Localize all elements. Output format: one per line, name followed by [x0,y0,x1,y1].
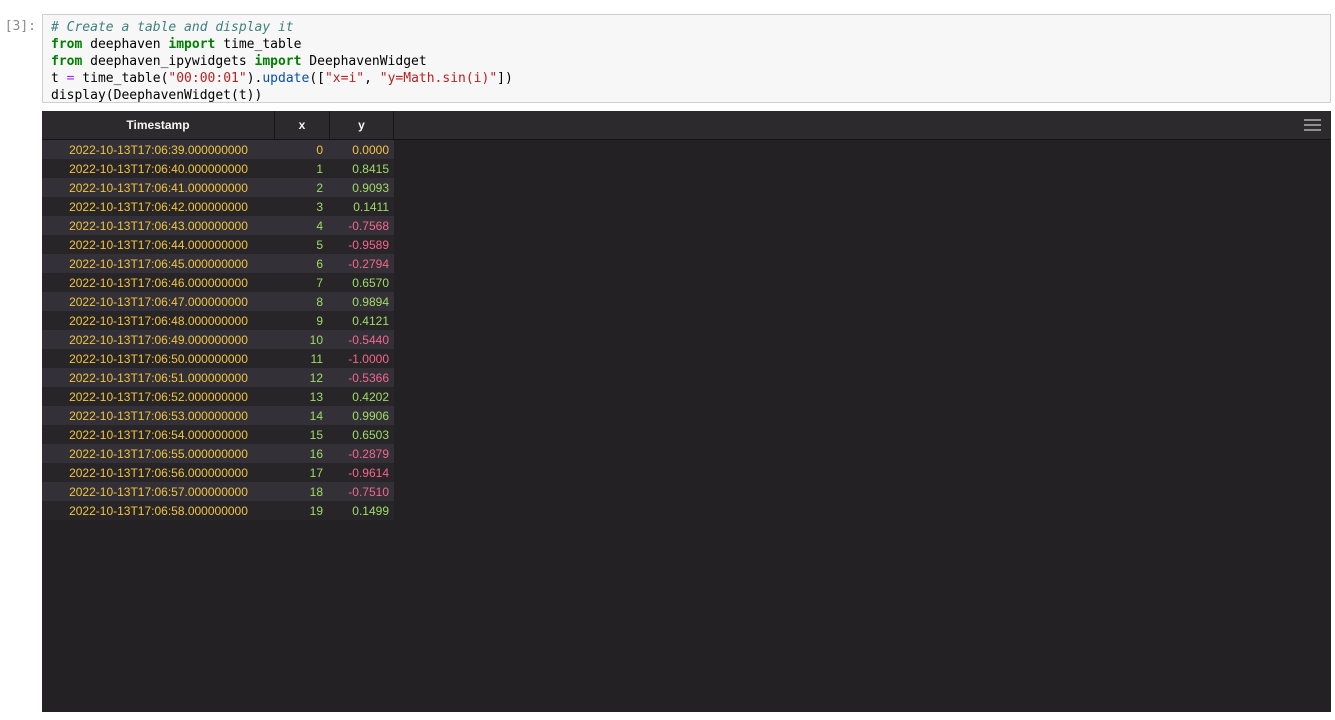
code-line: from deephaven import time_table [51,36,1322,53]
table-row[interactable]: 2022-10-13T17:06:40.00000000010.8415 [42,159,394,178]
y-cell[interactable]: -0.2879 [330,447,394,461]
cell-execution-prompt: [3]: [0,18,36,35]
column-header-x[interactable]: x [275,111,330,139]
y-cell[interactable]: -0.5440 [330,333,394,347]
x-cell[interactable]: 17 [275,466,330,480]
timestamp-cell[interactable]: 2022-10-13T17:06:55.000000000 [42,447,275,461]
table-row[interactable]: 2022-10-13T17:06:57.00000000018-0.7510 [42,482,394,501]
x-cell[interactable]: 2 [275,181,330,195]
code-line: display(DeephavenWidget(t)) [51,87,1322,104]
timestamp-cell[interactable]: 2022-10-13T17:06:54.000000000 [42,428,275,442]
timestamp-cell[interactable]: 2022-10-13T17:06:39.000000000 [42,143,275,157]
table-row[interactable]: 2022-10-13T17:06:51.00000000012-0.5366 [42,368,394,387]
timestamp-cell[interactable]: 2022-10-13T17:06:44.000000000 [42,238,275,252]
timestamp-cell[interactable]: 2022-10-13T17:06:45.000000000 [42,257,275,271]
code-line: # Create a table and display it [51,19,1322,36]
timestamp-cell[interactable]: 2022-10-13T17:06:46.000000000 [42,276,275,290]
table-row[interactable]: 2022-10-13T17:06:58.000000000190.1499 [42,501,394,520]
x-cell[interactable]: 13 [275,390,330,404]
table-row[interactable]: 2022-10-13T17:06:39.00000000000.0000 [42,140,394,159]
y-cell[interactable]: 0.1411 [330,200,394,214]
y-cell[interactable]: 0.4202 [330,390,394,404]
timestamp-cell[interactable]: 2022-10-13T17:06:43.000000000 [42,219,275,233]
table-row[interactable]: 2022-10-13T17:06:44.0000000005-0.9589 [42,235,394,254]
table-row[interactable]: 2022-10-13T17:06:52.000000000130.4202 [42,387,394,406]
x-cell[interactable]: 12 [275,371,330,385]
table-row[interactable]: 2022-10-13T17:06:48.00000000090.4121 [42,311,394,330]
x-cell[interactable]: 3 [275,200,330,214]
table-row[interactable]: 2022-10-13T17:06:45.0000000006-0.2794 [42,254,394,273]
timestamp-cell[interactable]: 2022-10-13T17:06:52.000000000 [42,390,275,404]
table-row[interactable]: 2022-10-13T17:06:47.00000000080.9894 [42,292,394,311]
code-line: from deephaven_ipywidgets import Deephav… [51,53,1322,70]
timestamp-cell[interactable]: 2022-10-13T17:06:58.000000000 [42,504,275,518]
table-header-row: Timestamp x y [42,111,1331,140]
timestamp-cell[interactable]: 2022-10-13T17:06:49.000000000 [42,333,275,347]
table-row[interactable]: 2022-10-13T17:06:49.00000000010-0.5440 [42,330,394,349]
x-cell[interactable]: 14 [275,409,330,423]
x-cell[interactable]: 6 [275,257,330,271]
table-row[interactable]: 2022-10-13T17:06:43.0000000004-0.7568 [42,216,394,235]
x-cell[interactable]: 15 [275,428,330,442]
timestamp-cell[interactable]: 2022-10-13T17:06:47.000000000 [42,295,275,309]
y-cell[interactable]: 0.9894 [330,295,394,309]
y-cell[interactable]: -0.9589 [330,238,394,252]
x-cell[interactable]: 9 [275,314,330,328]
x-cell[interactable]: 7 [275,276,330,290]
table-row[interactable]: 2022-10-13T17:06:46.00000000070.6570 [42,273,394,292]
y-cell[interactable]: -0.9614 [330,466,394,480]
table-row[interactable]: 2022-10-13T17:06:55.00000000016-0.2879 [42,444,394,463]
timestamp-cell[interactable]: 2022-10-13T17:06:42.000000000 [42,200,275,214]
column-header-y[interactable]: y [330,111,394,139]
x-cell[interactable]: 4 [275,219,330,233]
y-cell[interactable]: -0.7568 [330,219,394,233]
x-cell[interactable]: 0 [275,143,330,157]
x-cell[interactable]: 11 [275,352,330,366]
y-cell[interactable]: -0.5366 [330,371,394,385]
y-cell[interactable]: -0.7510 [330,485,394,499]
timestamp-cell[interactable]: 2022-10-13T17:06:48.000000000 [42,314,275,328]
code-line: t = time_table("00:00:01").update(["x=i"… [51,70,1322,87]
y-cell[interactable]: 0.8415 [330,162,394,176]
y-cell[interactable]: 0.6503 [330,428,394,442]
table-row[interactable]: 2022-10-13T17:06:42.00000000030.1411 [42,197,394,216]
x-cell[interactable]: 5 [275,238,330,252]
y-cell[interactable]: 0.9093 [330,181,394,195]
timestamp-cell[interactable]: 2022-10-13T17:06:40.000000000 [42,162,275,176]
x-cell[interactable]: 16 [275,447,330,461]
table-row[interactable]: 2022-10-13T17:06:41.00000000020.9093 [42,178,394,197]
table-row[interactable]: 2022-10-13T17:06:54.000000000150.6503 [42,425,394,444]
y-cell[interactable]: 0.1499 [330,504,394,518]
y-cell[interactable]: 0.4121 [330,314,394,328]
timestamp-cell[interactable]: 2022-10-13T17:06:57.000000000 [42,485,275,499]
x-cell[interactable]: 18 [275,485,330,499]
table-row[interactable]: 2022-10-13T17:06:56.00000000017-0.9614 [42,463,394,482]
y-cell[interactable]: -0.2794 [330,257,394,271]
x-cell[interactable]: 8 [275,295,330,309]
notebook-page: [3]: # Create a table and display itfrom… [0,0,1335,720]
timestamp-cell[interactable]: 2022-10-13T17:06:56.000000000 [42,466,275,480]
table-body: 2022-10-13T17:06:39.00000000000.00002022… [42,140,1331,520]
code-editor[interactable]: # Create a table and display itfrom deep… [43,15,1330,108]
y-cell[interactable]: 0.9906 [330,409,394,423]
y-cell[interactable]: 0.6570 [330,276,394,290]
timestamp-cell[interactable]: 2022-10-13T17:06:53.000000000 [42,409,275,423]
table-row[interactable]: 2022-10-13T17:06:50.00000000011-1.0000 [42,349,394,368]
code-cell[interactable]: # Create a table and display itfrom deep… [42,14,1331,103]
x-cell[interactable]: 1 [275,162,330,176]
deephaven-table-widget: Timestamp x y 2022-10-13T17:06:39.000000… [42,111,1331,712]
table-row[interactable]: 2022-10-13T17:06:53.000000000140.9906 [42,406,394,425]
timestamp-cell[interactable]: 2022-10-13T17:06:51.000000000 [42,371,275,385]
timestamp-cell[interactable]: 2022-10-13T17:06:41.000000000 [42,181,275,195]
timestamp-cell[interactable]: 2022-10-13T17:06:50.000000000 [42,352,275,366]
x-cell[interactable]: 10 [275,333,330,347]
table-menu-hamburger-icon[interactable] [1304,119,1321,131]
x-cell[interactable]: 19 [275,504,330,518]
column-header-timestamp[interactable]: Timestamp [42,111,275,139]
y-cell[interactable]: 0.0000 [330,143,394,157]
y-cell[interactable]: -1.0000 [330,352,394,366]
